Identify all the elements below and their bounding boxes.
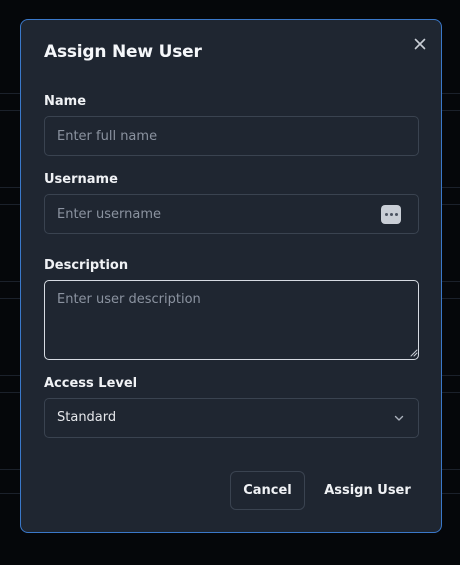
assign-user-dialog: Assign New User Name Username Descriptio… <box>20 19 442 533</box>
dialog-title: Assign New User <box>44 42 202 62</box>
close-button[interactable] <box>411 35 429 53</box>
access-level-value: Standard <box>57 410 117 425</box>
name-label: Name <box>44 94 87 109</box>
close-icon <box>414 38 426 50</box>
password-manager-icon[interactable] <box>381 205 401 224</box>
assign-user-button[interactable]: Assign User <box>315 471 420 510</box>
access-level-select[interactable]: Standard <box>44 398 419 438</box>
chevron-down-icon <box>394 415 404 421</box>
cancel-button[interactable]: Cancel <box>230 471 305 510</box>
access-level-label: Access Level <box>44 376 138 391</box>
username-label: Username <box>44 172 118 187</box>
username-input[interactable] <box>44 194 419 234</box>
description-label: Description <box>44 258 129 273</box>
description-wrapper <box>21 280 443 360</box>
name-input[interactable] <box>44 116 419 156</box>
description-textarea[interactable] <box>44 280 419 360</box>
resize-grip-icon[interactable] <box>410 349 418 357</box>
